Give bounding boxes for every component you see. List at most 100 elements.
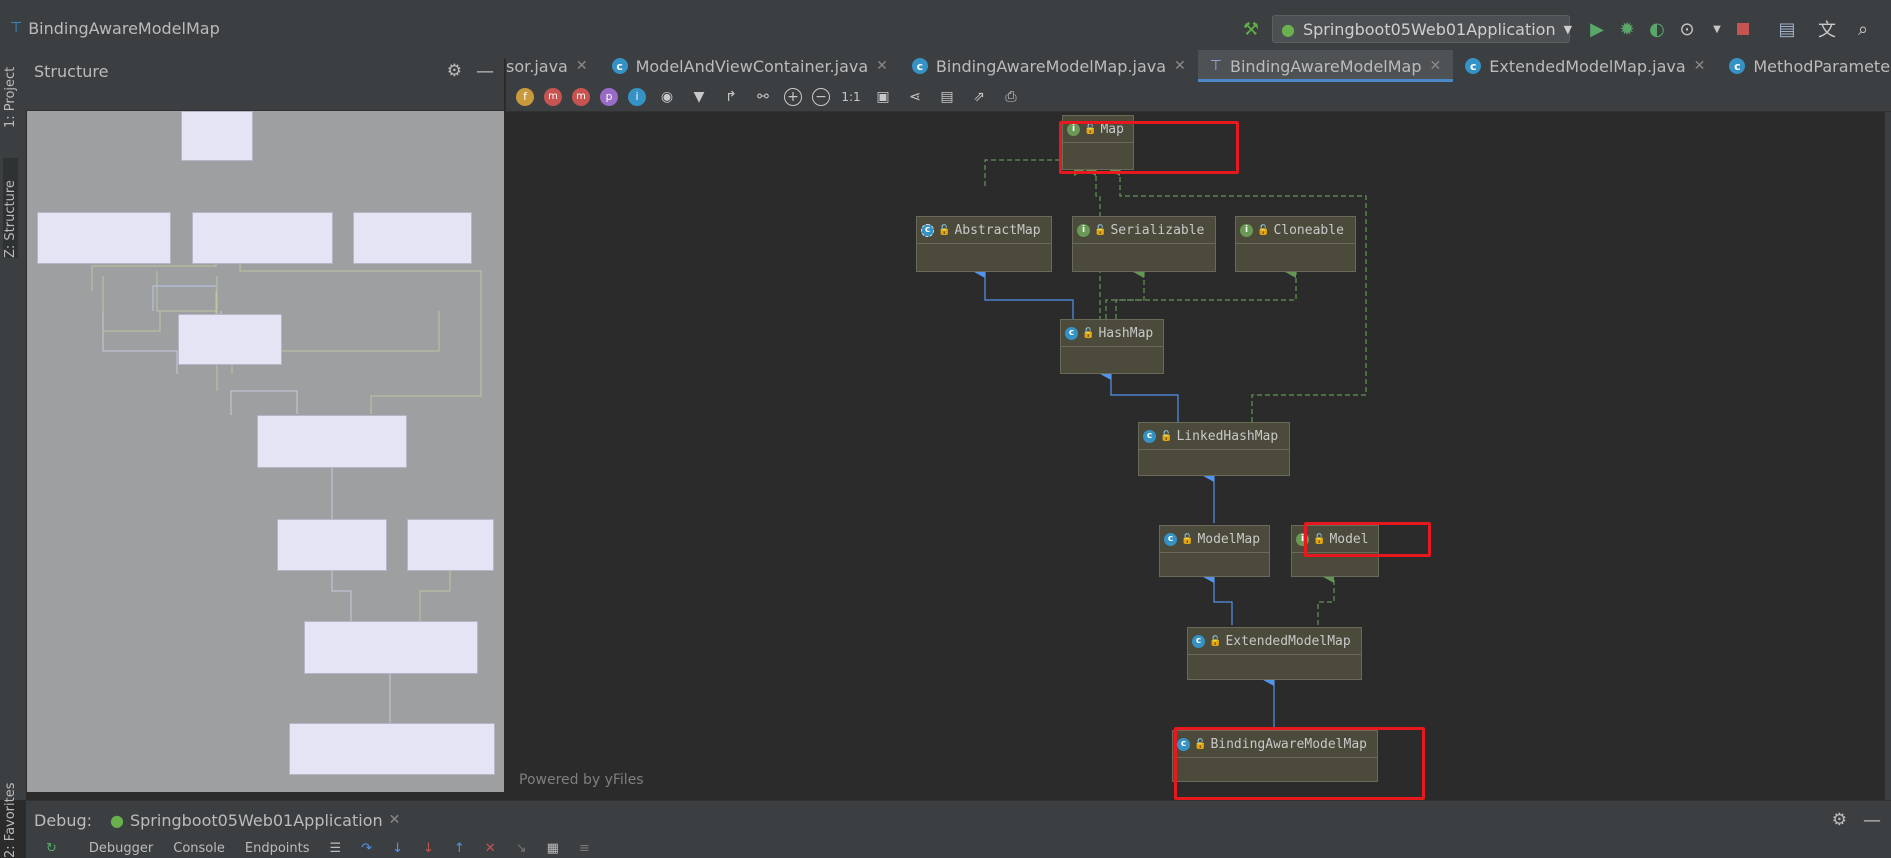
class-icon: c (1192, 634, 1205, 648)
tab-label: ExtendedModelMap.java (1489, 56, 1686, 76)
editor-tab[interactable]: sor.java ✕ (506, 50, 600, 82)
lock-icon: 🔓 (1257, 224, 1270, 236)
fit-content-icon[interactable]: ▣ (872, 86, 894, 108)
editor-tab[interactable]: c BindingAwareModelMap.java ✕ (900, 50, 1198, 82)
close-icon[interactable]: ✕ (1174, 58, 1186, 74)
editor-tab[interactable]: c MethodParameter.java (1717, 50, 1891, 82)
structure-panel-toolbar (26, 84, 504, 111)
profile-icon[interactable]: ⊙ (1674, 16, 1700, 42)
tab-label: BindingAwareModelMap (1229, 56, 1422, 76)
overview-node (192, 212, 333, 264)
highlight-box (1174, 727, 1425, 800)
class-icon: c (1143, 429, 1156, 443)
print-icon[interactable]: ⎙ (1000, 86, 1022, 108)
debug-label: Debug: (34, 810, 93, 830)
gear-icon[interactable]: ⚙ (1832, 810, 1847, 830)
favorites-tool-tab[interactable]: 2: Favorites (3, 778, 18, 858)
run-icon[interactable]: ▶ (1584, 16, 1610, 42)
editor-tabs: sor.java ✕ c ModelAndViewContainer.java … (506, 50, 1891, 83)
diagram-canvas[interactable]: i 🔓 Map c 🔓 AbstractMap i 🔓 Serializable i 🔓 Clo… (506, 112, 1885, 800)
step-over-icon[interactable]: ↷ (361, 841, 372, 856)
run-configuration-select[interactable]: ● Springboot05Web01Application ▼ (1272, 15, 1573, 43)
diagram-toolbar: f m m p i ◉ ▼ ↱ ⚯ + − 1:1 ▣ ⋖ ▤ ⇗ ⎙ (506, 82, 1891, 112)
node-name: ExtendedModelMap (1225, 633, 1351, 649)
drop-frame-icon[interactable]: ✕ (485, 841, 496, 856)
editor-tab[interactable]: c ExtendedModelMap.java ✕ (1453, 50, 1717, 82)
visibility-icon[interactable]: ◉ (656, 86, 678, 108)
tab-label: sor.java (506, 56, 568, 76)
evaluate-icon[interactable]: ▦ (547, 841, 559, 856)
class-icon: c (1065, 326, 1078, 340)
left-tool-stripe: 1: Project Z: Structure 2: Favorites (0, 58, 27, 858)
filter-icon[interactable]: ▼ (688, 86, 710, 108)
project-structure-icon[interactable]: ▤ (1774, 16, 1800, 42)
save-icon[interactable]: ▤ (936, 86, 958, 108)
interface-icon: i (1077, 223, 1090, 237)
overview-node (353, 212, 472, 264)
node-name: Serializable (1110, 222, 1205, 238)
debug-session-label: Springboot05Web01Application (129, 810, 383, 830)
inner-classes-icon[interactable]: i (628, 87, 646, 106)
fields-icon[interactable]: f (516, 87, 534, 106)
minimize-icon[interactable]: — (1863, 810, 1881, 831)
debug-toolbar: ↻ Debugger Console Endpoints ☰ ↷ ↓ ↓ ↑ ✕… (26, 838, 1891, 858)
step-out-icon[interactable]: ↑ (454, 841, 465, 856)
node-name: LinkedHashMap (1176, 428, 1279, 444)
properties-icon[interactable]: p (600, 87, 618, 106)
chevron-down-icon: ▼ (1563, 22, 1573, 36)
layout-icon[interactable]: ⋖ (904, 86, 926, 108)
class-icon: c (1729, 58, 1746, 74)
step-into-icon[interactable]: ↓ (392, 841, 403, 856)
trace-icon[interactable]: ≡ (579, 841, 590, 856)
editor-tab[interactable]: c ModelAndViewContainer.java ✕ (600, 50, 900, 82)
diagram-node-extendedmodelmap[interactable]: c 🔓 ExtendedModelMap (1187, 627, 1362, 680)
coverage-icon[interactable]: ◐ (1644, 16, 1670, 42)
force-step-into-icon[interactable]: ↓ (423, 841, 434, 856)
project-tool-tab[interactable]: 1: Project (3, 58, 18, 128)
diagram-node-modelmap[interactable]: c 🔓 ModelMap (1159, 525, 1270, 577)
chevron-down-icon[interactable]: ▼ (1704, 16, 1730, 42)
actual-size-icon[interactable]: 1:1 (840, 86, 862, 108)
class-icon: c (911, 58, 928, 74)
diagram-overview[interactable] (27, 111, 504, 792)
zoom-out-icon[interactable]: − (812, 87, 830, 106)
link-icon[interactable]: ⚯ (752, 86, 774, 108)
node-name: Cloneable (1273, 222, 1344, 238)
build-hammer-icon[interactable]: ⚒ (1238, 16, 1264, 42)
breadcrumb[interactable]: ⊤ BindingAwareModelMap (10, 17, 220, 39)
diagram-node-serializable[interactable]: i 🔓 Serializable (1072, 216, 1216, 272)
constructors-icon[interactable]: m (544, 87, 562, 106)
node-name: ModelMap (1197, 531, 1261, 547)
rerun-icon[interactable]: ↻ (46, 841, 57, 856)
console-tab[interactable]: Console (173, 841, 225, 856)
tab-label: BindingAwareModelMap.java (935, 56, 1167, 76)
gear-icon[interactable]: ⚙ (447, 61, 462, 81)
diagram-node-linkedhashmap[interactable]: c 🔓 LinkedHashMap (1138, 422, 1290, 476)
stop-icon[interactable] (1730, 16, 1756, 42)
run-to-cursor-icon[interactable]: ↘ (516, 841, 527, 856)
close-icon[interactable]: ✕ (1430, 58, 1442, 74)
debug-session-tab[interactable]: ● Springboot05Web01Application ✕ (110, 811, 400, 830)
overview-node (37, 212, 171, 264)
route-icon[interactable]: ↱ (720, 86, 742, 108)
close-icon[interactable]: ✕ (1694, 58, 1706, 74)
minimize-icon[interactable]: — (476, 61, 494, 82)
endpoints-tab[interactable]: Endpoints (245, 841, 310, 856)
editor-tab-active[interactable]: ⊤ BindingAwareModelMap ✕ (1197, 50, 1454, 82)
structure-panel-header: Structure ⚙ — (26, 58, 504, 84)
close-icon[interactable]: ✕ (389, 812, 401, 828)
diagram-node-cloneable[interactable]: i 🔓 Cloneable (1235, 216, 1356, 272)
diagram-node-hashmap[interactable]: c 🔓 HashMap (1060, 319, 1164, 374)
close-icon[interactable]: ✕ (576, 58, 588, 74)
close-icon[interactable]: ✕ (876, 58, 888, 74)
zoom-in-icon[interactable]: + (784, 87, 802, 106)
translate-icon[interactable]: 文 (1814, 16, 1840, 42)
debug-icon[interactable]: ✹ (1614, 16, 1640, 42)
diagram-node-abstractmap[interactable]: c 🔓 AbstractMap (916, 216, 1052, 272)
methods-icon[interactable]: m (572, 87, 590, 106)
search-icon[interactable]: ⌕ (1850, 16, 1876, 42)
structure-tool-tab[interactable]: Z: Structure (3, 158, 18, 258)
debugger-tab[interactable]: Debugger (89, 841, 153, 856)
frames-icon[interactable]: ☰ (330, 841, 342, 856)
export-icon[interactable]: ⇗ (968, 86, 990, 108)
